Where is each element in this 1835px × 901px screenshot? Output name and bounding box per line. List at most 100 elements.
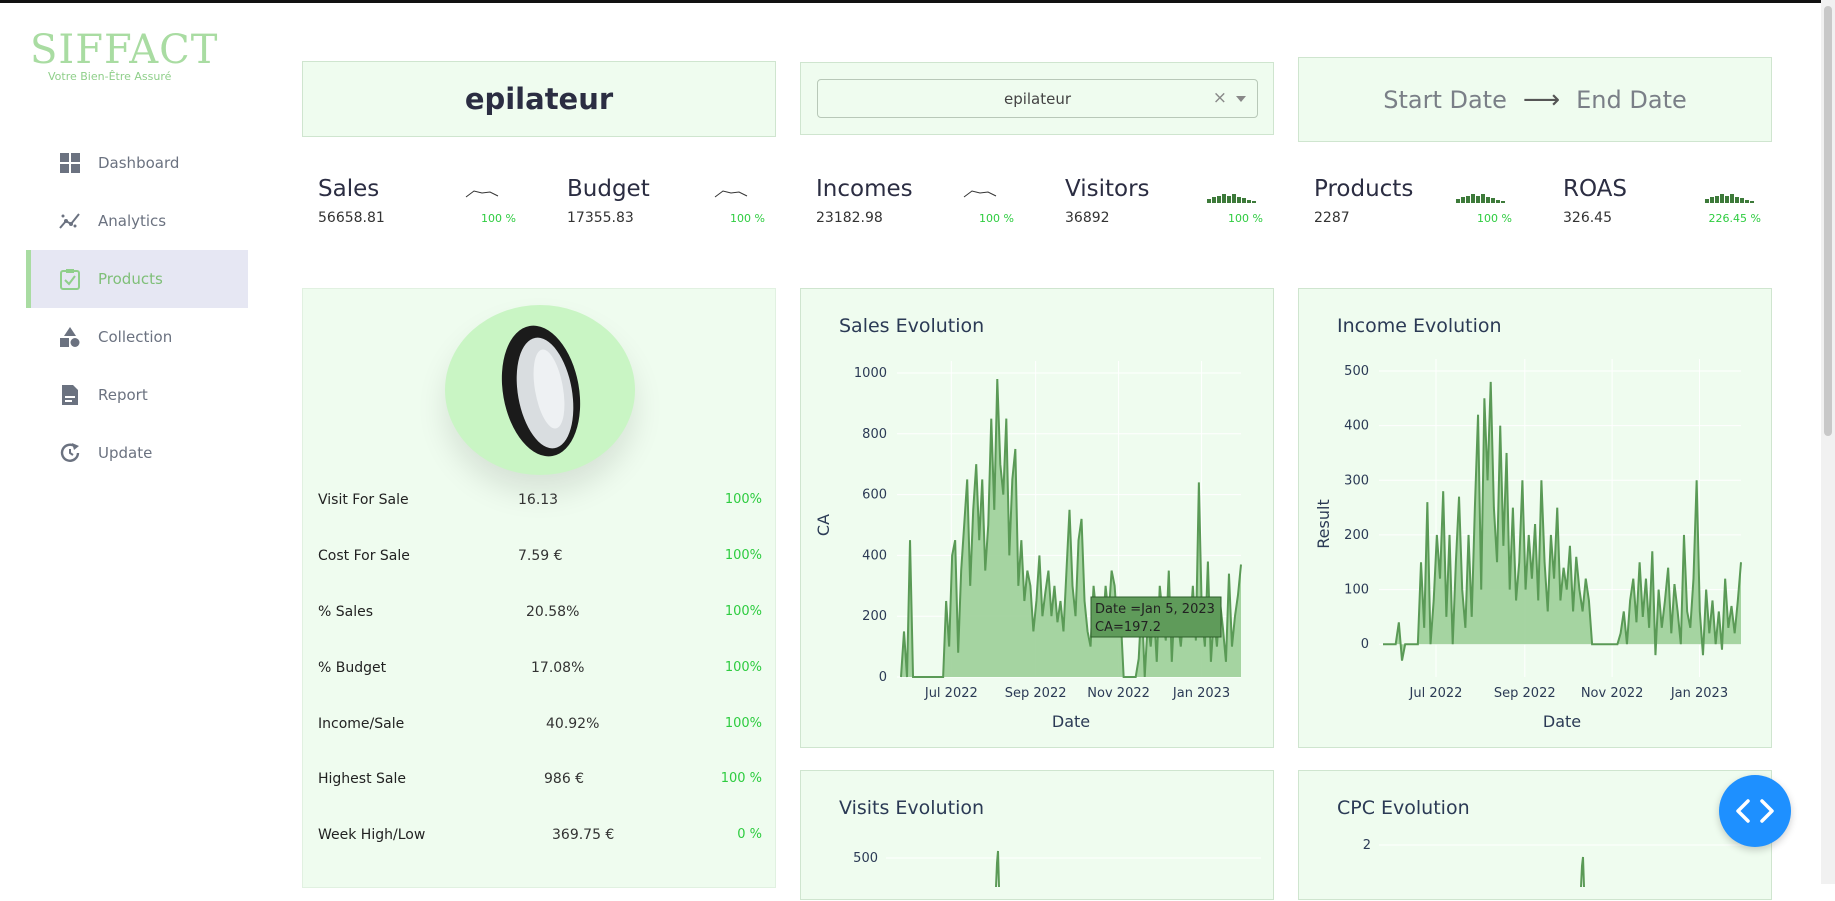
stat-label: Highest Sale [318,771,406,787]
clear-icon[interactable]: × [1213,88,1227,108]
kpi-sales: Sales 56658.81 100 % [318,176,546,236]
kpi-percent: 100 % [979,212,1014,225]
kpi-value: 23182.98 [816,210,883,226]
kpi-value: 326.45 [1563,210,1612,226]
kpi-name: ROAS [1563,176,1628,202]
sidebar-item-report[interactable]: Report [28,366,248,424]
stat-value: 986 € [544,771,585,787]
sidebar-item-label: Report [98,386,148,404]
x-tick-label: Sep 2022 [1005,686,1067,701]
kpi-visitors: Visitors 36892 100 % [1065,176,1293,236]
cpc-evolution-card: CPC Evolution 2 [1298,770,1772,900]
sidebar-item-dashboard[interactable]: Dashboard [28,134,248,192]
stat-row-income-sale: Income/Sale 40.92% 100% [318,716,762,740]
start-date-input[interactable]: Start Date [1383,86,1507,114]
refresh-icon [58,441,82,465]
stat-label: % Sales [318,604,374,620]
product-select-value: epilateur [1003,89,1072,108]
stat-value: 17.08% [531,660,585,676]
sidebar-item-label: Products [98,270,163,288]
product-detail-card: Visit For Sale 16.13 100% Cost For Sale … [302,288,776,888]
stat-label: Week High/Low [318,827,426,843]
x-tick-label: Nov 2022 [1087,686,1150,701]
product-title-card: epilateur [302,61,776,137]
y-tick-label: 1000 [854,366,887,381]
sidebar-item-update[interactable]: Update [28,424,248,482]
stat-row-cost-for-sale: Cost For Sale 7.59 € 100% [318,548,762,572]
y-tick-label: 500 [1344,364,1369,379]
sparkline-line [963,190,997,198]
kpi-name: Incomes [816,176,913,202]
scrollbar-thumb[interactable] [1824,6,1832,436]
y-tick-label: 100 [1344,583,1369,598]
kpi-value: 36892 [1065,210,1110,226]
y-tick-label: 300 [1344,473,1369,488]
stat-percent: 100 % [720,771,762,786]
y-axis-label: CA [814,514,833,536]
kpi-percent: 100 % [481,212,516,225]
epilator-device-image [501,325,581,457]
kpi-name: Budget [567,176,650,202]
stat-value: 16.13 [518,492,559,508]
code-toggle-button[interactable] [1719,775,1791,847]
kpi-percent: 100 % [1228,212,1263,225]
report-icon [58,383,82,407]
kpi-percent: 100 % [1477,212,1512,225]
sparkline-bars [1207,194,1256,203]
end-date-input[interactable]: End Date [1576,86,1687,114]
logo-text: SIFFACT [30,27,219,73]
sidebar-item-label: Analytics [98,212,167,230]
income-evolution-card: Income Evolution Jul 2022 Sep 2022 Nov 202… [1298,288,1772,748]
cpc-evolution-chart[interactable]: 2 [1299,771,1773,901]
sales-evolution-chart[interactable]: Jul 2022 Sep 2022 Nov 2022 Jan 2023 0 200 400 6… [801,289,1275,749]
kpi-percent: 226.45 % [1708,212,1761,225]
sparkline-line [714,190,748,198]
y-tick-label: 400 [1344,419,1369,434]
stat-label: % Budget [318,660,387,676]
y-tick-label: 600 [862,488,887,503]
product-image [445,305,635,475]
kpi-products: Products 2287 100 % [1314,176,1542,236]
brand-logo[interactable]: SIFFACT Votre Bien-Être Assuré [30,30,220,90]
x-axis-label: Date [1052,712,1090,731]
x-tick-label: Nov 2022 [1581,686,1644,701]
y-tick-label: 500 [853,851,878,866]
x-tick-label: Jan 2023 [1670,686,1728,701]
visits-evolution-card: Visits Evolution 500 [800,770,1274,900]
kpi-roas: ROAS 326.45 226.45 % [1563,176,1791,236]
stat-label: Income/Sale [318,716,405,732]
stat-percent: 100% [724,716,762,731]
y-tick-label: 2 [1363,838,1371,853]
stat-value: 40.92% [546,716,600,732]
y-tick-label: 0 [879,670,887,685]
kpi-value: 56658.81 [318,210,385,226]
tooltip-value: CA=197.2 [1095,620,1161,635]
sidebar-item-label: Update [98,444,153,462]
y-axis-label: Result [1314,499,1333,548]
sidebar-item-analytics[interactable]: Analytics [28,192,248,250]
stat-percent: 100% [724,604,762,619]
page-scrollbar[interactable] [1821,0,1835,884]
kpi-name: Sales [318,176,380,202]
stat-row-visit-for-sale: Visit For Sale 16.13 100% [318,492,762,516]
kpi-percent: 100 % [730,212,765,225]
kpi-incomes: Incomes 23182.98 100 % [816,176,1044,236]
visits-evolution-chart[interactable]: 500 [801,771,1275,901]
y-tick-label: 400 [862,548,887,563]
income-evolution-chart[interactable]: Jul 2022 Sep 2022 Nov 2022 Jan 2023 0 100 200 3… [1299,289,1773,749]
sparkline-bars [1705,194,1754,203]
stat-percent: 100% [724,492,762,507]
stat-value: 7.59 € [518,548,563,564]
stat-percent: 0 % [737,827,762,842]
sidebar-item-collection[interactable]: Collection [28,308,248,366]
clipboard-check-icon [58,267,82,291]
shapes-icon [58,325,82,349]
stat-row-week-high-low: Week High/Low 369.75 € 0 % [318,827,762,851]
tooltip-date: Date =Jan 5, 2023 [1095,602,1215,617]
sidebar-item-products[interactable]: Products [26,250,248,308]
product-select[interactable]: epilateur × [817,79,1258,118]
chevron-down-icon[interactable] [1236,96,1246,102]
stat-value: 369.75 € [552,827,615,843]
date-range-picker[interactable]: Start Date ⟶ End Date [1298,57,1772,142]
product-title: epilateur [464,82,614,116]
